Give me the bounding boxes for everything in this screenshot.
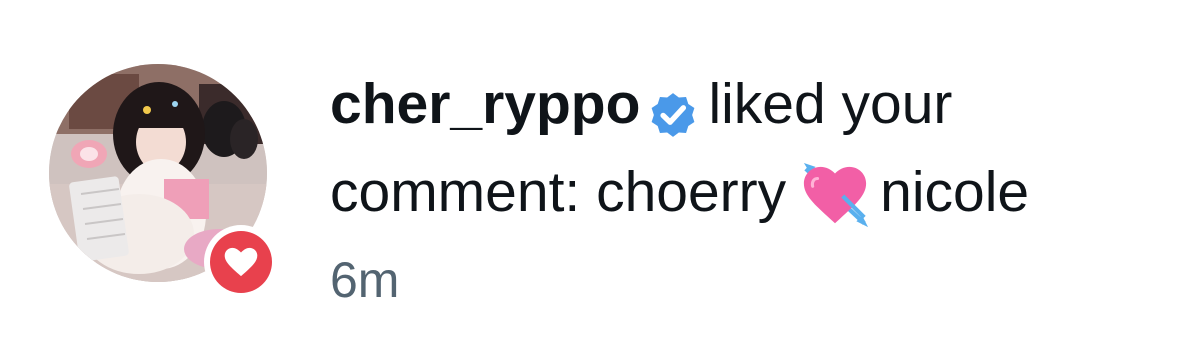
heart-icon [224, 247, 258, 277]
heart-with-arrow-emoji [800, 161, 870, 231]
like-badge-fill [210, 231, 272, 293]
timestamp: 6m [330, 252, 400, 308]
like-notification[interactable]: cher_ryppo liked your comment: choerry n… [0, 0, 1199, 343]
verified-badge-icon [646, 79, 700, 137]
avatar-container[interactable] [49, 64, 278, 299]
notification-line-1: cher_ryppo liked your [330, 60, 1180, 148]
username-link[interactable]: cher_ryppo [330, 60, 640, 148]
comment-tail-text: nicole [880, 160, 1030, 224]
notification-text: cher_ryppo liked your comment: choerry n… [330, 60, 1180, 324]
action-text-line2: comment: choerry [330, 160, 787, 224]
notification-line-2: comment: choerry nicole [330, 148, 1180, 236]
like-badge [204, 225, 278, 299]
action-text-line1: liked your [708, 72, 953, 136]
